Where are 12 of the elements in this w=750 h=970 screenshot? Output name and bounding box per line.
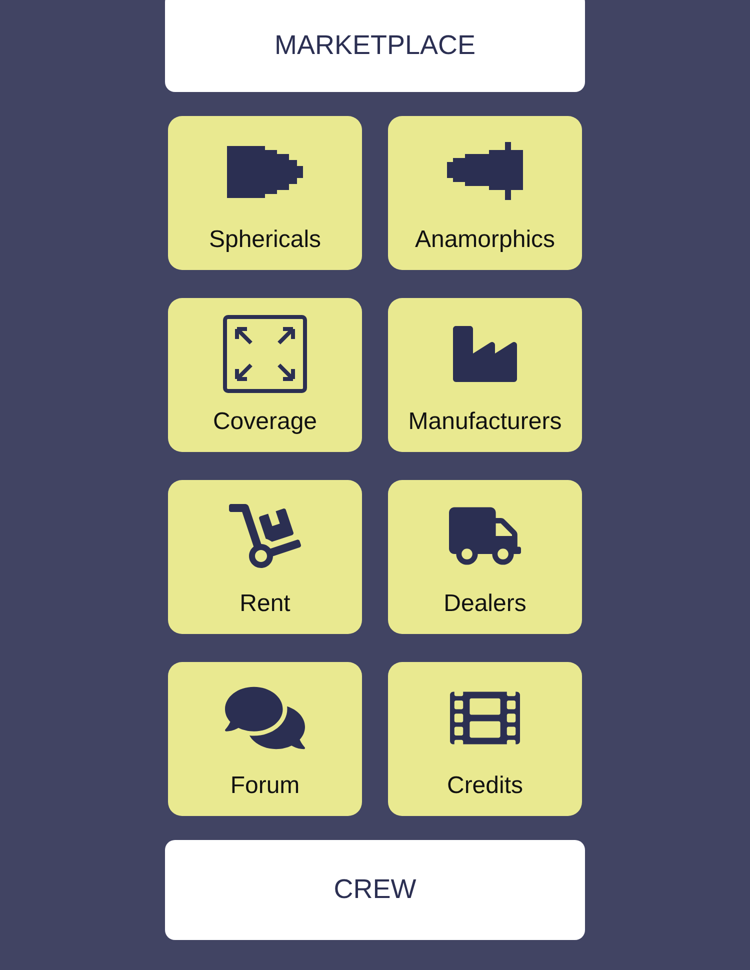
crew-button[interactable]: CREW bbox=[165, 840, 585, 940]
category-tile[interactable]: Forum bbox=[168, 662, 362, 816]
category-tile[interactable]: Sphericals bbox=[168, 116, 362, 270]
category-tile[interactable]: Coverage bbox=[168, 298, 362, 452]
category-tile[interactable]: Anamorphics bbox=[388, 116, 582, 270]
expand-icon bbox=[223, 315, 307, 393]
category-tile[interactable]: Manufacturers bbox=[388, 298, 582, 452]
category-tile[interactable]: Dealers bbox=[388, 480, 582, 634]
category-tile[interactable]: Credits bbox=[388, 662, 582, 816]
marketplace-button[interactable]: MARKETPLACE bbox=[165, 0, 585, 92]
category-tile[interactable]: Rent bbox=[168, 480, 362, 634]
lens-icon bbox=[445, 142, 525, 202]
